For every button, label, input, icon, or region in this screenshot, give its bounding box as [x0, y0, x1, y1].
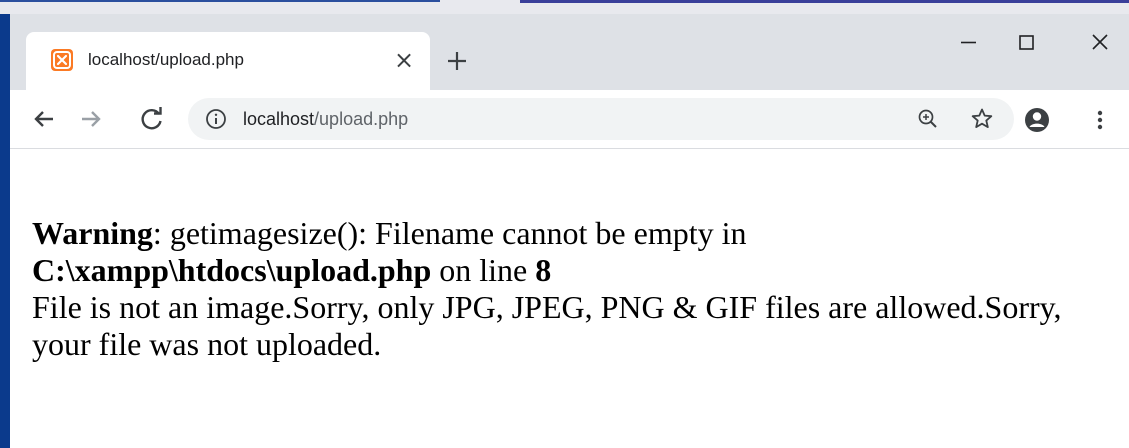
desktop-background-left	[0, 0, 10, 448]
warning-text: : getimagesize(): Filename cannot be emp…	[152, 215, 747, 251]
file-path: C:\xampp\htdocs\upload.php	[32, 252, 432, 288]
back-icon[interactable]	[28, 103, 60, 135]
warning-label: Warning	[32, 215, 153, 251]
desktop-stripe	[520, 0, 1129, 3]
browser-toolbar: localhost/upload.php	[10, 90, 1129, 149]
profile-icon[interactable]	[1020, 103, 1054, 137]
new-tab-button[interactable]	[440, 44, 474, 78]
xampp-icon	[51, 49, 73, 71]
url-path: /upload.php	[314, 109, 409, 129]
page-content: Warning: getimagesize(): Filename cannot…	[10, 149, 1129, 448]
upload-message: File is not an image.Sorry, only JPG, JP…	[32, 289, 1062, 362]
menu-icon[interactable]	[1090, 103, 1110, 137]
maximize-icon[interactable]	[1006, 28, 1046, 58]
close-icon[interactable]	[1080, 28, 1120, 58]
php-output: Warning: getimagesize(): Filename cannot…	[32, 215, 1112, 363]
tab-strip: localhost/upload.php ×	[10, 14, 1129, 90]
tab-title: localhost/upload.php	[88, 50, 244, 69]
desktop-background-top	[0, 0, 1129, 14]
reload-icon[interactable]	[136, 103, 168, 135]
forward-icon[interactable]	[75, 103, 107, 135]
zoom-icon[interactable]	[916, 107, 940, 131]
info-icon[interactable]	[205, 108, 227, 130]
minimize-icon[interactable]	[948, 28, 988, 58]
url-host: localhost	[243, 109, 315, 129]
star-icon[interactable]	[969, 106, 995, 132]
browser-window: localhost/upload.php × localhost/upload.…	[10, 14, 1129, 448]
close-tab-icon[interactable]: ×	[390, 46, 418, 74]
tab-upload[interactable]: localhost/upload.php ×	[26, 32, 430, 90]
desktop-stripe	[0, 0, 440, 2]
on-line-text: on line	[431, 252, 536, 288]
address-bar[interactable]: localhost/upload.php	[188, 98, 1014, 140]
line-number: 8	[535, 252, 552, 288]
url-text[interactable]: localhost/upload.php	[243, 108, 408, 130]
